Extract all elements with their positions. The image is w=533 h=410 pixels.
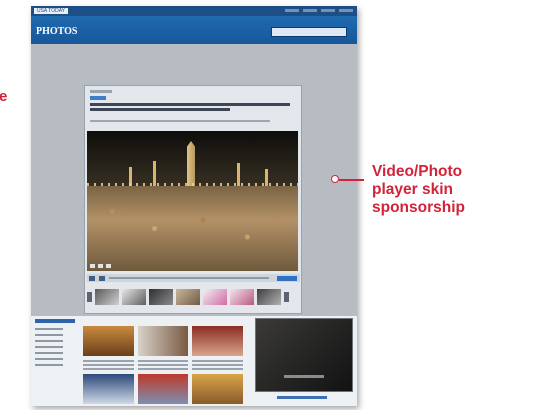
player-control-bar [87,274,300,282]
callout-dot-icon [331,175,339,183]
callout-leader-line [339,179,364,181]
gallery-caption [83,360,134,370]
callout-line-1: Video/Photo [372,163,463,180]
progress-track [109,277,269,279]
video-overlay-controls [90,264,111,268]
top-navigation-strip: USA TODAY [31,6,357,16]
cropped-callout-fragment: e [0,88,12,110]
thumbnail [95,289,119,305]
share-button [277,275,297,281]
section-header: PHOTOS [31,16,357,44]
header-search-box [271,27,347,37]
sponsor-ad-box [255,318,353,392]
thumbnail [257,289,281,305]
video-frame [87,131,298,271]
gallery-grid [83,326,243,404]
website-screenshot: USA TODAY PHOTOS [31,6,357,406]
thumbnail-strip [87,285,298,309]
cropped-callout-text: e [0,88,8,105]
story-meta [90,120,270,122]
section-title: PHOTOS [36,26,78,37]
gallery-heading [35,319,75,323]
callout-line-3: sponsorship [372,199,466,216]
callout-label: Video/Photo player skin sponsorship [372,163,522,217]
gallery-photo [192,326,243,356]
gallery-photo [192,374,243,404]
gallery-photo [137,374,189,404]
thumbnail [203,289,227,305]
gallery-photo [83,326,134,356]
crowd-scene [87,186,298,271]
gallery-caption [137,360,189,370]
gallery-photo [83,374,134,404]
thumbnail [176,289,200,305]
thumbnail [149,289,173,305]
thumbnail [122,289,146,305]
play-icon [89,275,95,281]
gallery-link-list [35,328,75,366]
top-links [285,9,353,12]
photo-galleries-section [31,316,357,406]
gallery-caption [192,360,243,370]
chevron-right-icon [284,292,289,302]
gallery-photo [137,326,189,356]
breadcrumb [90,90,112,93]
thumbnail [230,289,254,305]
callout-line-2: player skin [372,181,453,198]
media-player-module [84,85,302,314]
ad-caption [277,396,327,399]
sponsorship-callout: Video/Photo player skin sponsorship [331,163,521,243]
story-headline [90,103,290,111]
category-tag [90,96,106,100]
site-brand: USA TODAY [34,8,68,14]
chevron-left-icon [87,292,92,302]
volume-icon [99,275,105,281]
